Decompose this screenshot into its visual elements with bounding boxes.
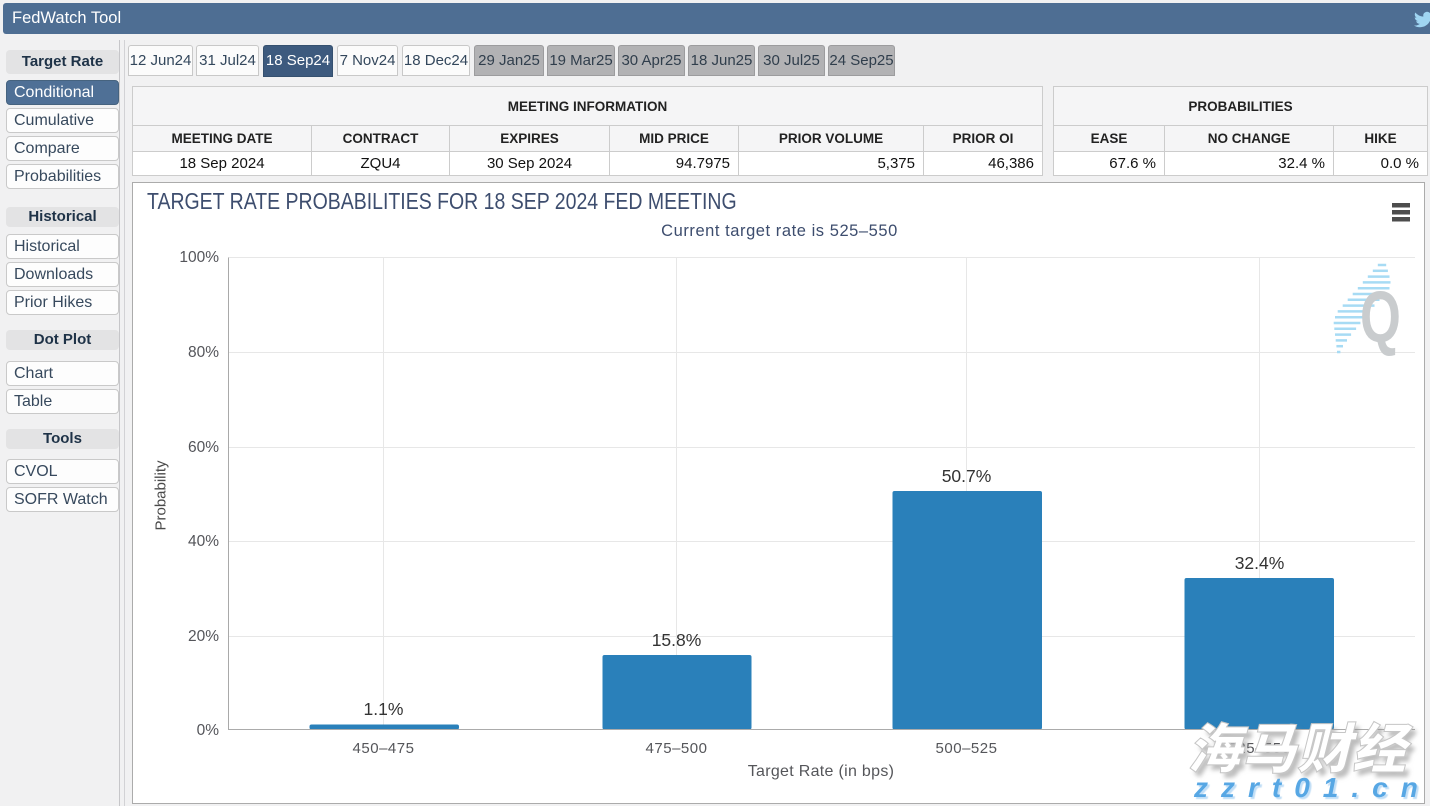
svg-text:Q: Q [1360, 278, 1401, 358]
